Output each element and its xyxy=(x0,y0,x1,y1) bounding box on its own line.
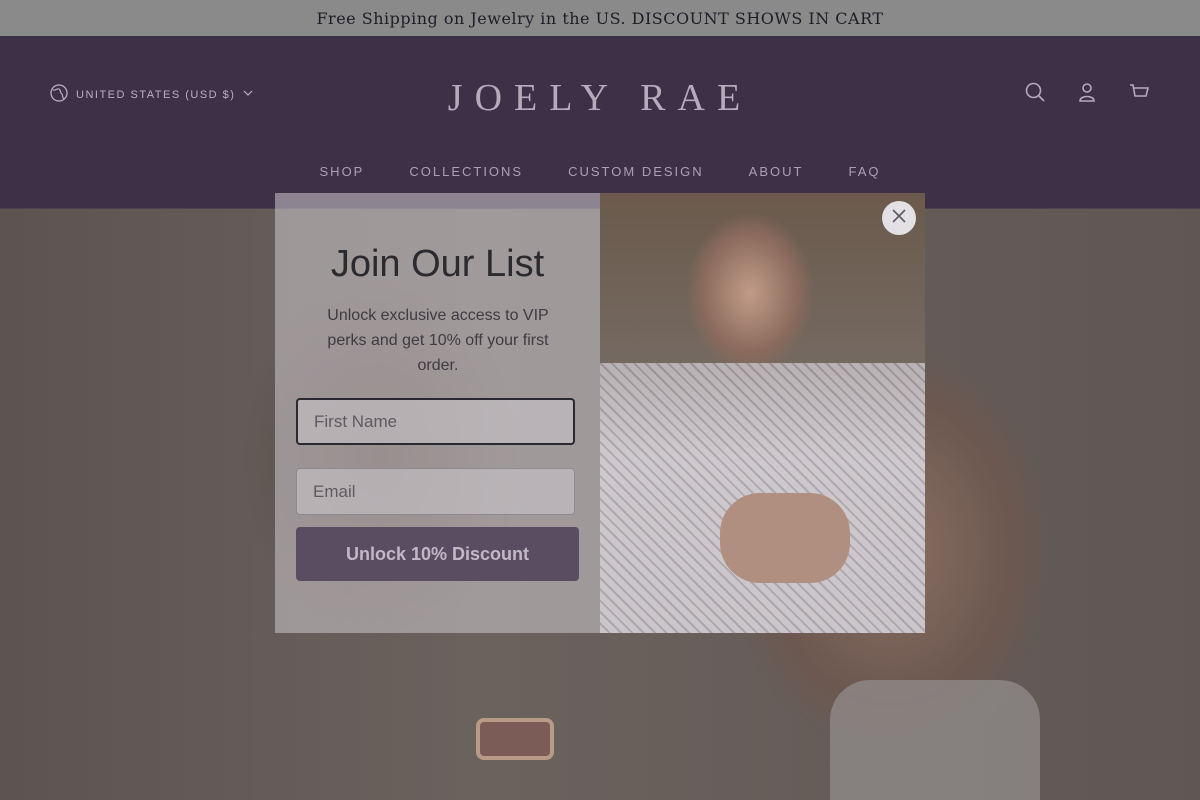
site-header: UNITED STATES (USD $) JOELY RAE SHOP COL… xyxy=(0,36,1200,209)
nav-item-collections[interactable]: COLLECTIONS xyxy=(409,164,523,179)
email-placeholder: Email xyxy=(313,481,356,501)
close-icon xyxy=(891,208,907,229)
nav-item-faq[interactable]: FAQ xyxy=(848,164,880,179)
popup-form-panel: Join Our List Unlock exclusive access to… xyxy=(275,193,600,633)
announcement-text: Free Shipping on Jewelry in the US. DISC… xyxy=(316,8,884,28)
site-logo[interactable]: JOELY RAE xyxy=(0,76,1200,120)
cart-icon[interactable] xyxy=(1128,81,1150,103)
popup-title: Join Our List xyxy=(330,243,545,285)
hero-ring-detail xyxy=(476,718,554,760)
nav-item-about[interactable]: ABOUT xyxy=(749,164,804,179)
popup-image xyxy=(600,193,925,633)
search-icon[interactable] xyxy=(1024,81,1046,103)
nav-item-shop[interactable]: SHOP xyxy=(320,164,365,179)
newsletter-popup: Join Our List Unlock exclusive access to… xyxy=(275,193,925,633)
email-input[interactable]: Email xyxy=(296,468,575,515)
first-name-input[interactable]: First Name xyxy=(296,398,575,445)
popup-image-hand xyxy=(720,493,850,583)
account-icon[interactable] xyxy=(1076,81,1098,103)
close-button[interactable] xyxy=(882,201,916,235)
nav-item-custom-design[interactable]: CUSTOM DESIGN xyxy=(568,164,704,179)
unlock-discount-button[interactable]: Unlock 10% Discount xyxy=(296,527,579,581)
popup-subtitle: Unlock exclusive access to VIP perks and… xyxy=(327,307,549,374)
first-name-placeholder: First Name xyxy=(314,411,398,431)
main-nav: SHOP COLLECTIONS CUSTOM DESIGN ABOUT FAQ xyxy=(0,164,1200,179)
hero-shirt-detail xyxy=(830,680,1040,800)
header-icons xyxy=(1024,81,1150,103)
announcement-bar: Free Shipping on Jewelry in the US. DISC… xyxy=(0,0,1200,36)
